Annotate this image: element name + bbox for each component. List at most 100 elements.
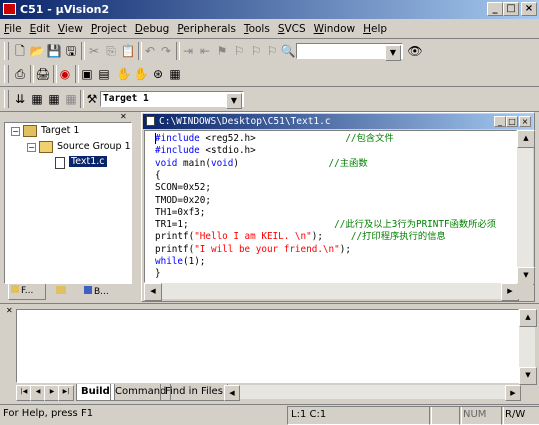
indent-icon[interactable]: ⇥: [180, 43, 196, 59]
target-options-icon[interactable]: ⚒: [84, 91, 100, 107]
scroll-up-icon[interactable]: ▲: [517, 130, 535, 148]
tab-build[interactable]: Build: [76, 384, 115, 401]
minimize-button[interactable]: _: [487, 2, 503, 16]
code-line: TH1=0xf3;: [155, 206, 206, 218]
tab-find-in-files-label: Find in Files: [165, 386, 223, 397]
debug-session-icon[interactable]: ◉: [57, 66, 73, 82]
maximize-button[interactable]: □: [503, 2, 519, 16]
code-line: TMOD=0x20;: [155, 194, 211, 206]
menu-view[interactable]: View: [54, 20, 87, 38]
code-line: printf("Hello I am KEIL. \n"); //打印程序执行的…: [155, 231, 446, 243]
print-icon[interactable]: 🖨: [35, 66, 51, 82]
tab-last-icon[interactable]: ▶|: [58, 385, 74, 401]
copy-icon[interactable]: ⎘: [103, 43, 119, 59]
scroll-right-icon[interactable]: ▶: [505, 385, 521, 401]
scroll-left-icon[interactable]: ◀: [224, 385, 240, 401]
output-hscrollbar[interactable]: ◀ ▶: [224, 385, 521, 401]
scroll-left-icon[interactable]: ◀: [144, 283, 162, 301]
status-help: For Help, press F1: [3, 408, 94, 419]
undo-icon[interactable]: ↶: [142, 43, 158, 59]
cut-icon[interactable]: ✂: [86, 43, 102, 59]
open-folder-icon[interactable]: 📂: [29, 43, 45, 59]
binoculars-icon[interactable]: 👁: [407, 43, 423, 59]
menu-peripherals[interactable]: Peripherals: [173, 20, 240, 38]
find-combo[interactable]: ▼: [296, 43, 403, 61]
new-file-icon[interactable]: 🗋: [12, 43, 28, 59]
close-icon[interactable]: ✕: [120, 112, 134, 122]
output-window-icon[interactable]: ▤: [96, 66, 112, 82]
status-num: NUM: [459, 406, 504, 425]
tab-regs[interactable]: [50, 285, 78, 299]
code-line: {: [155, 169, 161, 181]
tab-build-label: Build: [81, 386, 110, 397]
size-grip[interactable]: [517, 283, 533, 299]
translate-icon[interactable]: ⇊: [12, 91, 28, 107]
chevron-down-icon[interactable]: ▼: [226, 93, 242, 109]
status-mode1: [429, 406, 462, 425]
tree-group[interactable]: Source Group 1: [57, 141, 131, 152]
tab-find-in-files[interactable]: Find in Files: [160, 384, 228, 401]
code-line: while(1);: [155, 256, 206, 267]
editor-vscrollbar[interactable]: ▲ ▼: [517, 130, 535, 285]
folder-icon: [39, 141, 53, 153]
status-position: L:1 C:1: [287, 406, 432, 425]
editor-close-button[interactable]: ×: [519, 116, 531, 127]
bookmark-prev-icon[interactable]: ⚐: [248, 43, 264, 59]
rebuild-all-icon[interactable]: ▦: [46, 91, 62, 107]
editor-minimize-button[interactable]: _: [494, 116, 506, 127]
bookmark-clear-icon[interactable]: ⚐: [264, 43, 280, 59]
chevron-down-icon[interactable]: ▼: [385, 45, 401, 61]
collapse-icon[interactable]: −: [11, 127, 20, 136]
bookmark-toggle-icon[interactable]: ⚑: [214, 43, 230, 59]
redo-icon[interactable]: ↷: [158, 43, 174, 59]
paste-icon[interactable]: 📋: [120, 43, 136, 59]
output-vscrollbar[interactable]: ▲ ▼: [519, 309, 537, 385]
menu-tools[interactable]: Tools: [240, 20, 274, 38]
project-window-icon[interactable]: ▣: [79, 66, 95, 82]
menu-edit[interactable]: Edit: [26, 20, 54, 38]
code-line: }: [155, 268, 161, 280]
output-text-area[interactable]: [16, 309, 519, 383]
tab-books-label: B...: [94, 287, 109, 297]
unindent-icon[interactable]: ⇤: [197, 43, 213, 59]
editor-maximize-button[interactable]: □: [506, 116, 518, 127]
tab-files[interactable]: F...: [8, 284, 46, 300]
enable-breakpoint-icon[interactable]: ▦: [167, 66, 183, 82]
code-line: TR1=1; //此行及以上3行为PRINTF函数所必须: [155, 219, 497, 231]
build-target-icon[interactable]: ▦: [29, 91, 45, 107]
save-all-icon[interactable]: 🖫: [63, 43, 79, 59]
title-bar[interactable]: C51 - μVision2 _ □ ×: [0, 0, 539, 19]
stop-build-icon[interactable]: ▦: [63, 91, 79, 107]
bookmark-next-icon[interactable]: ⚐: [231, 43, 247, 59]
tree-target[interactable]: Target 1: [41, 125, 79, 136]
target-combo[interactable]: Target 1 ▼: [100, 91, 244, 109]
tab-books[interactable]: B...: [82, 285, 122, 299]
output-tab-nav: |◀ ◀ ▶ ▶|: [16, 385, 76, 401]
menu-project[interactable]: Project: [87, 20, 131, 38]
menu-file[interactable]: File: [0, 20, 26, 38]
project-workspace: ✕ − Target 1 − Source Group 1 Text1.c F.…: [2, 112, 136, 302]
save-icon[interactable]: 💾: [46, 43, 62, 59]
insert-breakpoint-icon[interactable]: ✋: [133, 66, 149, 82]
menu-window[interactable]: Window: [310, 20, 359, 38]
collapse-icon[interactable]: −: [27, 143, 36, 152]
close-button[interactable]: ×: [521, 2, 537, 16]
code-area[interactable]: #include <reg52.h> //包含文件 #include <stdio…: [144, 130, 517, 283]
output-close-icon[interactable]: ✕: [6, 307, 16, 315]
scroll-up-icon[interactable]: ▲: [519, 309, 537, 327]
kill-breakpoints-icon[interactable]: ⊛: [150, 66, 166, 82]
editor-titlebar[interactable]: C:\WINDOWS\Desktop\C51\Text1.c _ □ ×: [143, 114, 533, 129]
tab-command-label: Command: [115, 386, 167, 397]
menu-help[interactable]: Help: [359, 20, 391, 38]
regs-tab-icon: [56, 286, 66, 294]
toolbar-build: ⇊ ▦ ▦ ▦ ⚒ Target 1 ▼: [0, 88, 539, 110]
scroll-down-icon[interactable]: ▼: [519, 367, 537, 385]
toolbar-file: 🗋 📂 💾 🖫 ✂ ⎘ 📋 ↶ ↷ ⇥ ⇤ ⚑ ⚐ ⚐ ⚐ 🔍 ▼ 👁: [0, 40, 539, 62]
menu-svcs[interactable]: SVCS: [274, 20, 310, 38]
reset-cpu-icon[interactable]: ⎙: [12, 66, 28, 82]
tree-file[interactable]: Text1.c: [69, 156, 107, 167]
hand-icon[interactable]: ✋: [116, 66, 132, 82]
menu-debug[interactable]: Debug: [131, 20, 174, 38]
find-in-files-icon[interactable]: 🔍: [280, 43, 296, 59]
editor-hscrollbar[interactable]: ◀ ▶: [144, 283, 519, 301]
